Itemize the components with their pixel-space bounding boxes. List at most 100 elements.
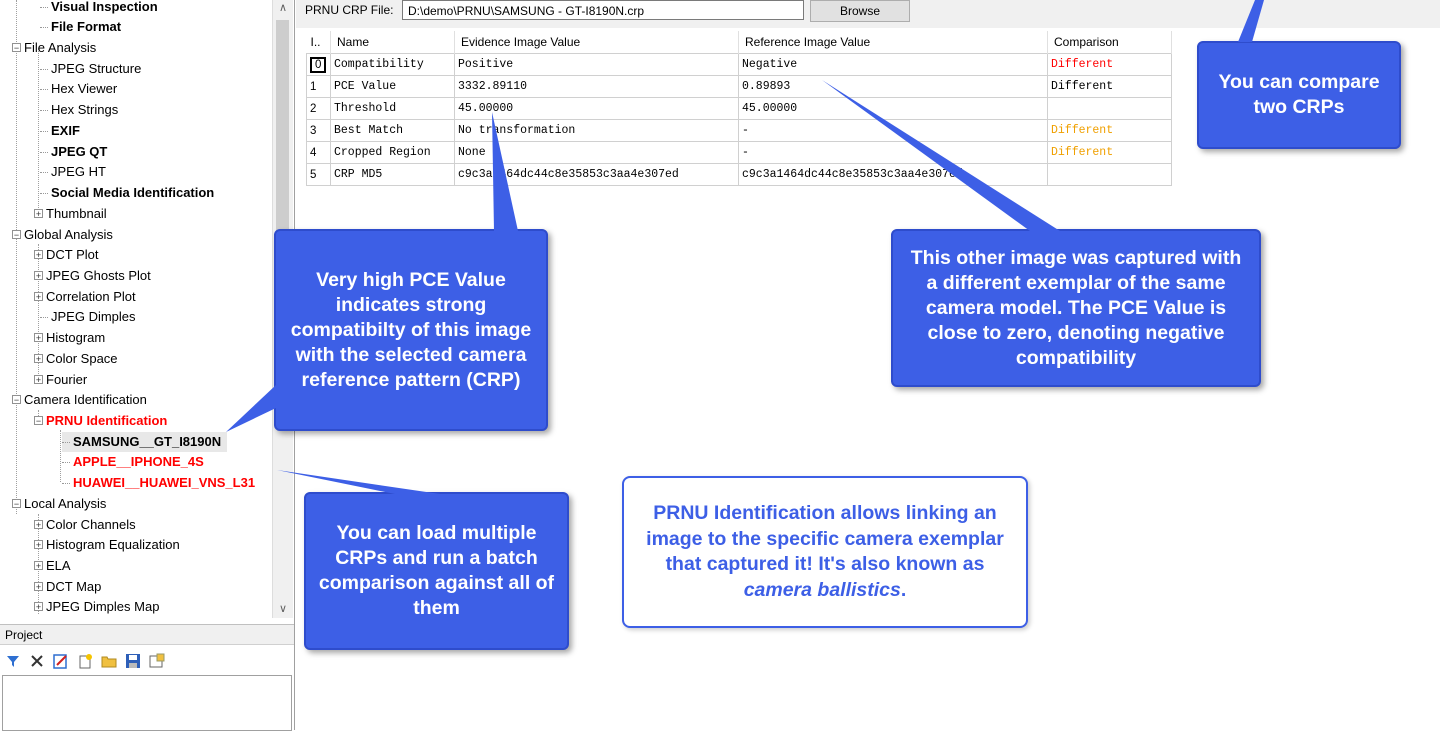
cell-evidence[interactable]: 45.00000 xyxy=(454,97,739,120)
cell-evidence[interactable]: None xyxy=(454,141,739,164)
tree-item-thumbnail[interactable]: + Thumbnail xyxy=(34,204,107,224)
cell-evidence[interactable]: Positive xyxy=(454,53,739,76)
expand-icon[interactable]: + xyxy=(34,333,43,343)
cell-index[interactable]: 3 xyxy=(306,119,331,142)
column-header-comparison[interactable]: Comparison xyxy=(1047,31,1172,54)
tree-item-jpeg-qt[interactable]: JPEG QT xyxy=(40,142,107,162)
cell-index[interactable]: 4 xyxy=(306,141,331,164)
tree-item-crp-huawei[interactable]: HUAWEI__HUAWEI_VNS_L31 xyxy=(62,473,255,493)
comparison-grid[interactable]: I.. Name Evidence Image Value Reference … xyxy=(306,31,1172,186)
cell-index[interactable]: 2 xyxy=(306,97,331,120)
column-header-name[interactable]: Name xyxy=(330,31,455,54)
cell-comparison[interactable]: Different xyxy=(1047,141,1172,164)
tree-item-local-analysis[interactable]: − Local Analysis xyxy=(12,494,106,514)
tree-item-histogram[interactable]: + Histogram xyxy=(34,328,105,348)
cell-reference[interactable]: - xyxy=(738,141,1048,164)
cell-evidence[interactable]: c9c3a1464dc44c8e35853c3aa4e307ed xyxy=(454,163,739,186)
tree-item-jpeg-ht[interactable]: JPEG HT xyxy=(40,162,106,182)
tree-item-jpeg-dimples-map[interactable]: + JPEG Dimples Map xyxy=(34,597,159,617)
cell-name[interactable]: Compatibility xyxy=(330,53,455,76)
properties-icon[interactable] xyxy=(148,652,166,670)
table-row[interactable]: 5 CRP MD5 c9c3a1464dc44c8e35853c3aa4e307ed… xyxy=(306,163,1172,186)
collapse-icon[interactable]: − xyxy=(12,499,21,509)
collapse-icon[interactable]: − xyxy=(34,416,43,426)
tree-item-fourier[interactable]: + Fourier xyxy=(34,370,87,390)
expand-icon[interactable]: + xyxy=(34,561,43,571)
tree-item-exif[interactable]: EXIF xyxy=(40,121,80,141)
cell-comparison[interactable]: Different xyxy=(1047,119,1172,142)
cell-comparison[interactable] xyxy=(1047,97,1172,120)
expand-icon[interactable]: + xyxy=(34,271,43,281)
table-row[interactable]: 0 Compatibility Positive Negative Different xyxy=(306,53,1172,76)
collapse-icon[interactable]: − xyxy=(12,230,21,240)
cell-name[interactable]: Best Match xyxy=(330,119,455,142)
collapse-icon[interactable]: − xyxy=(12,395,21,405)
tree-item-histogram-equalization[interactable]: + Histogram Equalization xyxy=(34,535,180,555)
table-row[interactable]: 1 PCE Value 3332.89110 0.89893 Different xyxy=(306,75,1172,98)
tree-item-jpeg-dimples[interactable]: JPEG Dimples xyxy=(40,307,136,327)
tree-item-file-format[interactable]: File Format xyxy=(40,17,121,37)
tree-item-global-analysis[interactable]: − Global Analysis xyxy=(12,225,113,245)
tree-item-dct-map[interactable]: + DCT Map xyxy=(34,577,101,597)
delete-icon[interactable] xyxy=(28,652,46,670)
cell-name[interactable]: PCE Value xyxy=(330,75,455,98)
analysis-tree[interactable]: Visual Inspection File Format − File Anal… xyxy=(0,0,272,618)
cell-reference[interactable]: c9c3a1464dc44c8e35853c3aa4e307ed xyxy=(738,163,1048,186)
table-row[interactable]: 4 Cropped Region None - Different xyxy=(306,141,1172,164)
cell-name[interactable]: CRP MD5 xyxy=(330,163,455,186)
tree-item-jpeg-ghosts-plot[interactable]: + JPEG Ghosts Plot xyxy=(34,266,151,286)
scroll-up-icon[interactable]: ∧ xyxy=(273,0,293,17)
cell-index[interactable]: 5 xyxy=(306,163,331,186)
cell-index[interactable]: 1 xyxy=(306,75,331,98)
tree-item-hex-viewer[interactable]: Hex Viewer xyxy=(40,79,117,99)
cell-reference[interactable]: 0.89893 xyxy=(738,75,1048,98)
cell-evidence[interactable]: No transformation xyxy=(454,119,739,142)
tree-item-file-analysis[interactable]: − File Analysis xyxy=(12,38,96,58)
collapse-icon[interactable]: − xyxy=(12,43,21,53)
expand-icon[interactable]: + xyxy=(34,520,43,530)
tree-item-hex-strings[interactable]: Hex Strings xyxy=(40,100,118,120)
browse-button[interactable]: Browse xyxy=(810,0,910,22)
filter-icon[interactable] xyxy=(4,652,22,670)
cell-reference[interactable]: - xyxy=(738,119,1048,142)
expand-icon[interactable]: + xyxy=(34,209,43,219)
tree-item-prnu-identification[interactable]: − PRNU Identification xyxy=(34,411,167,431)
cell-name[interactable]: Threshold xyxy=(330,97,455,120)
new-icon[interactable] xyxy=(76,652,94,670)
tree-item-dct-plot[interactable]: + DCT Plot xyxy=(34,245,99,265)
tree-item-ela[interactable]: + ELA xyxy=(34,556,71,576)
save-icon[interactable] xyxy=(124,652,142,670)
cell-reference[interactable]: Negative xyxy=(738,53,1048,76)
project-list[interactable] xyxy=(2,675,292,731)
tree-item-correlation-plot[interactable]: + Correlation Plot xyxy=(34,287,136,307)
scroll-down-icon[interactable]: ∨ xyxy=(273,601,293,618)
tree-item-jpeg-structure[interactable]: JPEG Structure xyxy=(40,59,141,79)
tree-item-camera-identification[interactable]: − Camera Identification xyxy=(12,390,147,410)
edit-icon[interactable] xyxy=(52,652,70,670)
tree-item-crp-apple[interactable]: APPLE__IPHONE_4S xyxy=(62,452,204,472)
crp-file-input[interactable]: D:\demo\PRNU\SAMSUNG - GT-I8190N.crp xyxy=(402,0,804,20)
expand-icon[interactable]: + xyxy=(34,582,43,592)
table-row[interactable]: 2 Threshold 45.00000 45.00000 xyxy=(306,97,1172,120)
cell-comparison[interactable]: Different xyxy=(1047,75,1172,98)
cell-evidence[interactable]: 3332.89110 xyxy=(454,75,739,98)
open-folder-icon[interactable] xyxy=(100,652,118,670)
expand-icon[interactable]: + xyxy=(34,250,43,260)
column-header-index[interactable]: I.. xyxy=(306,31,331,54)
cell-comparison[interactable]: Different xyxy=(1047,53,1172,76)
cell-comparison[interactable] xyxy=(1047,163,1172,186)
tree-item-social-media[interactable]: Social Media Identification xyxy=(40,183,214,203)
expand-icon[interactable]: + xyxy=(34,375,43,385)
tree-item-visual-inspection[interactable]: Visual Inspection xyxy=(40,0,158,17)
cell-reference[interactable]: 45.00000 xyxy=(738,97,1048,120)
column-header-reference[interactable]: Reference Image Value xyxy=(738,31,1048,54)
expand-icon[interactable]: + xyxy=(34,354,43,364)
expand-icon[interactable]: + xyxy=(34,602,43,612)
tree-item-color-space[interactable]: + Color Space xyxy=(34,349,118,369)
tree-item-color-channels[interactable]: + Color Channels xyxy=(34,515,136,535)
table-row[interactable]: 3 Best Match No transformation - Different xyxy=(306,119,1172,142)
cell-index[interactable]: 0 xyxy=(306,53,331,76)
column-header-evidence[interactable]: Evidence Image Value xyxy=(454,31,739,54)
expand-icon[interactable]: + xyxy=(34,540,43,550)
expand-icon[interactable]: + xyxy=(34,292,43,302)
